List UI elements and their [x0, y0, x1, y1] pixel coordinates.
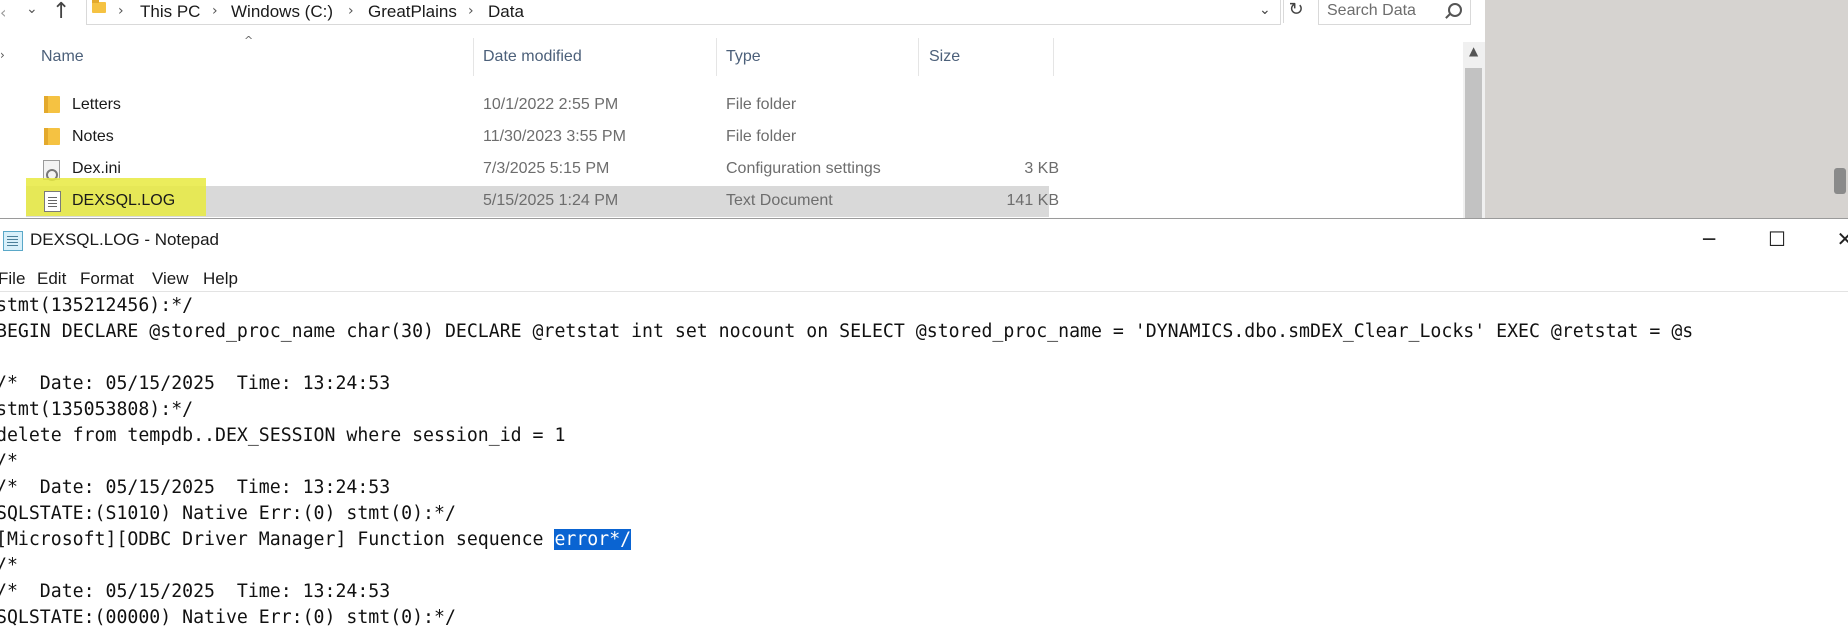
text-line: /* Date: 05/15/2025 Time: 13:24:53 — [0, 581, 391, 602]
text-line-with-selection: [Microsoft][ODBC Driver Manager] Functio… — [0, 527, 632, 553]
window-title: DEXSQL.LOG - Notepad — [30, 230, 219, 249]
file-name: DEXSQL.LOG — [72, 192, 176, 209]
file-size: 141 KB — [1006, 192, 1059, 209]
maximize-icon[interactable]: ☐ — [1762, 227, 1792, 251]
file-date: 10/1/2022 2:55 PM — [483, 96, 619, 113]
file-date: 11/30/2023 3:55 PM — [483, 128, 626, 145]
scroll-up-icon[interactable]: ▲ — [1469, 44, 1478, 58]
text-line: delete from tempdb..DEX_SESSION where se… — [0, 425, 566, 446]
close-icon[interactable]: ✕ — [1830, 227, 1848, 251]
breadcrumb-this-pc[interactable]: This PC — [140, 2, 200, 22]
column-divider[interactable] — [1053, 38, 1054, 76]
file-name: Notes — [72, 128, 114, 145]
file-name: Letters — [72, 96, 121, 113]
sort-ascending-icon: ^ — [244, 34, 254, 47]
file-explorer-window: ‹ ⌄ ↑ › This PC › Windows (C:) › GreatPl… — [0, 0, 1485, 218]
recent-locations-chevron-icon[interactable]: ⌄ — [26, 1, 38, 17]
vertical-scrollbar[interactable]: ▲ — [1463, 42, 1485, 218]
text-line: stmt(135053808):*/ — [0, 399, 194, 420]
text-line: SQLSTATE:(S1010) Native Err:(0) stmt(0):… — [0, 503, 456, 524]
refresh-icon[interactable]: ↻ — [1283, 0, 1308, 23]
search-placeholder: Search Data — [1327, 2, 1416, 19]
text-line: /* Date: 05/15/2025 Time: 13:24:53 — [0, 373, 391, 394]
notepad-icon — [3, 231, 23, 251]
folder-icon — [44, 96, 60, 113]
text-line: SQLSTATE:(00000) Native Err:(0) stmt(0):… — [0, 607, 456, 628]
search-input[interactable]: Search Data — [1318, 0, 1471, 25]
pane-chevron-icon[interactable]: › — [0, 48, 5, 62]
column-header-name[interactable]: Name — [41, 48, 84, 66]
column-header-size[interactable]: Size — [929, 48, 960, 66]
address-dropdown-chevron-icon[interactable]: ⌄ — [1259, 2, 1271, 18]
file-row-notes[interactable]: Notes 11/30/2023 3:55 PM File folder — [26, 122, 1049, 153]
breadcrumb-greatplains[interactable]: GreatPlains — [368, 2, 457, 22]
chevron-right-icon[interactable]: › — [468, 3, 474, 19]
column-header-date-modified[interactable]: Date modified — [483, 48, 582, 66]
notepad-window: DEXSQL.LOG - Notepad ─ ☐ ✕ File Edit For… — [0, 218, 1848, 637]
text-line: /* Date: 05/15/2025 Time: 13:24:53 — [0, 477, 391, 498]
text-file-icon — [44, 191, 61, 212]
title-bar: DEXSQL.LOG - Notepad ─ ☐ ✕ — [0, 219, 1848, 263]
file-type: File folder — [726, 96, 797, 113]
selected-text[interactable]: error*/ — [554, 529, 632, 550]
text-editor[interactable]: stmt(135212456):*/ BEGIN DECLARE @stored… — [0, 291, 1848, 637]
file-row-dexsql-log-name[interactable]: DEXSQL.LOG — [26, 186, 226, 217]
menu-file[interactable]: File — [0, 269, 25, 289]
chevron-right-icon[interactable]: › — [348, 3, 354, 19]
folder-icon — [92, 0, 106, 13]
up-arrow-icon[interactable]: ↑ — [52, 0, 70, 24]
breadcrumb-data[interactable]: Data — [488, 2, 524, 22]
text-line: /* — [0, 451, 18, 472]
desktop-background — [1485, 0, 1848, 218]
file-name: Dex.ini — [72, 160, 121, 177]
minimize-icon[interactable]: ─ — [1694, 227, 1724, 251]
chevron-right-icon[interactable]: › — [212, 3, 218, 19]
scrollbar-thumb[interactable] — [1465, 68, 1482, 218]
text-line: /* — [0, 555, 18, 576]
file-type: Text Document — [726, 192, 833, 209]
menu-bar: File Edit Format View Help — [0, 263, 1848, 291]
column-divider[interactable] — [716, 38, 717, 76]
back-arrow-icon[interactable]: ‹ — [0, 3, 6, 22]
file-size: 3 KB — [1024, 160, 1059, 177]
column-divider[interactable] — [918, 38, 919, 76]
file-date: 7/3/2025 5:15 PM — [483, 160, 610, 177]
file-row-letters[interactable]: Letters 10/1/2022 2:55 PM File folder — [26, 90, 1049, 121]
file-type: Configuration settings — [726, 160, 881, 177]
config-file-icon — [43, 160, 60, 181]
chevron-right-icon[interactable]: › — [118, 3, 124, 19]
text-line: stmt(135212456):*/ — [0, 295, 194, 316]
file-type: File folder — [726, 128, 797, 145]
menu-view[interactable]: View — [152, 269, 189, 289]
breadcrumb-windows-c[interactable]: Windows (C:) — [231, 2, 333, 22]
folder-icon — [44, 128, 60, 145]
text-line: BEGIN DECLARE @stored_proc_name char(30)… — [0, 321, 1694, 342]
text-line-prefix: [Microsoft][ODBC Driver Manager] Functio… — [0, 529, 555, 550]
column-header-type[interactable]: Type — [726, 48, 761, 66]
menu-help[interactable]: Help — [203, 269, 238, 289]
navigation-bar: ‹ ⌄ ↑ › This PC › Windows (C:) › GreatPl… — [0, 0, 1485, 28]
file-date: 5/15/2025 1:24 PM — [483, 192, 619, 209]
menu-edit[interactable]: Edit — [37, 269, 66, 289]
column-divider[interactable] — [473, 38, 474, 76]
background-scrollbar-thumb[interactable] — [1834, 168, 1846, 194]
search-icon[interactable] — [1448, 3, 1462, 17]
menu-format[interactable]: Format — [80, 269, 134, 289]
